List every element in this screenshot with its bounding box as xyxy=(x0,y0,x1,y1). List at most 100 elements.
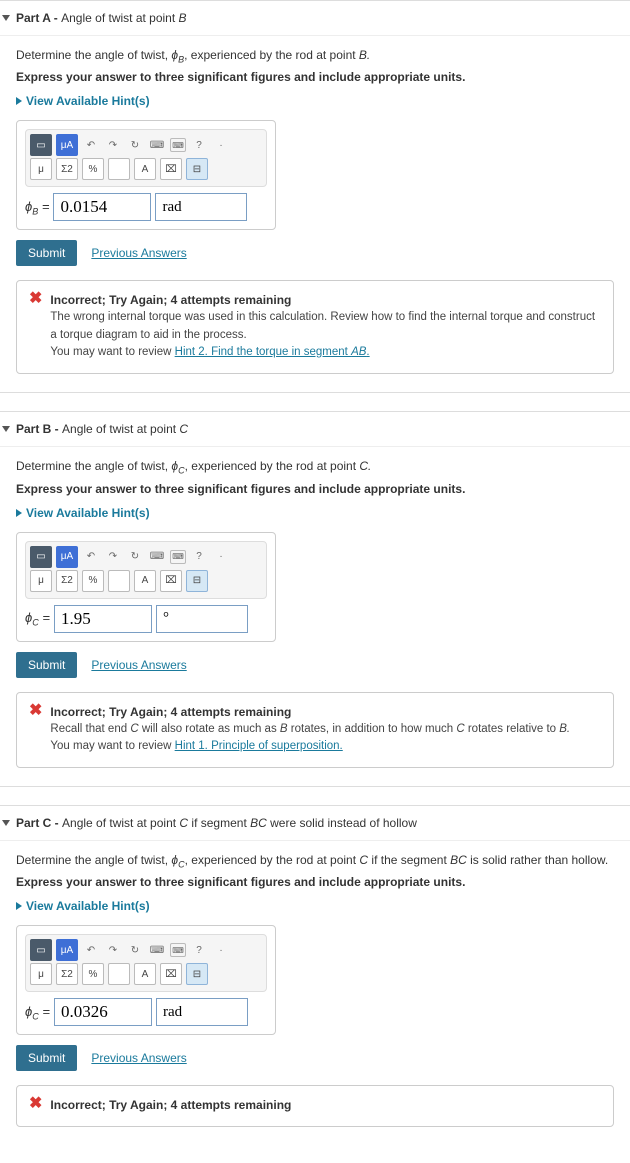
part-a: Part A - Angle of twist at point B Deter… xyxy=(0,0,630,393)
more-button[interactable]: · xyxy=(212,546,230,568)
template-button[interactable]: ▭ xyxy=(30,546,52,568)
part-a-prompt: Determine the angle of twist, ϕB, experi… xyxy=(16,48,614,64)
chevron-right-icon xyxy=(16,97,22,105)
percent-button[interactable]: % xyxy=(82,570,104,592)
undo-button[interactable]: ↶ xyxy=(82,939,100,961)
feedback-text: Recall that end C will also rotate as mu… xyxy=(50,721,570,738)
a-button[interactable]: A xyxy=(134,570,156,592)
submit-button[interactable]: Submit xyxy=(16,1045,77,1071)
submit-button[interactable]: Submit xyxy=(16,652,77,678)
percent-button[interactable]: % xyxy=(82,963,104,985)
fraction-button[interactable]: μA xyxy=(56,546,78,568)
instructions: Express your answer to three significant… xyxy=(16,875,614,889)
feedback-b: ✖ Incorrect; Try Again; 4 attempts remai… xyxy=(16,692,614,769)
kbd2-button[interactable]: ⌨ xyxy=(170,138,186,152)
equation-toolbar: ▭ μA ↶ ↷ ↻ ⌨ ⌨ ? · μ Σ2 % A ⌧ ⊟ xyxy=(25,129,267,187)
box-x-button[interactable]: ⌧ xyxy=(160,158,182,180)
answer-box-c: ▭ μA ↶ ↷ ↻ ⌨ ⌨ ? · μ Σ2 % A ⌧ ⊟ xyxy=(16,925,276,1035)
units-button[interactable]: ⊟ xyxy=(186,570,208,592)
part-a-title: Part A - Angle of twist at point B xyxy=(16,11,187,25)
equation-toolbar: ▭ μA ↶ ↷ ↻ ⌨ ⌨ ? · μ Σ2 % A ⌧ ⊟ xyxy=(25,541,267,599)
more-button[interactable]: · xyxy=(212,939,230,961)
more-button[interactable]: · xyxy=(212,134,230,156)
part-b-header[interactable]: Part B - Angle of twist at point C xyxy=(0,418,630,447)
sigma-button[interactable]: Σ2 xyxy=(56,570,78,592)
previous-answers-link[interactable]: Previous Answers xyxy=(91,658,186,672)
feedback-a: ✖ Incorrect; Try Again; 4 attempts remai… xyxy=(16,280,614,374)
fraction-button[interactable]: μA xyxy=(56,939,78,961)
redo-button[interactable]: ↷ xyxy=(104,546,122,568)
feedback-title: Incorrect; Try Again; 4 attempts remaini… xyxy=(50,703,570,721)
value-input-b[interactable] xyxy=(54,605,152,633)
reset-button[interactable]: ↻ xyxy=(126,546,144,568)
feedback-title: Incorrect; Try Again; 4 attempts remaini… xyxy=(50,291,601,309)
part-c-header[interactable]: Part C - Angle of twist at point C if se… xyxy=(0,812,630,841)
view-hints-link[interactable]: View Available Hint(s) xyxy=(16,899,614,913)
equation-toolbar: ▭ μA ↶ ↷ ↻ ⌨ ⌨ ? · μ Σ2 % A ⌧ ⊟ xyxy=(25,934,267,992)
redo-button[interactable]: ↷ xyxy=(104,134,122,156)
previous-answers-link[interactable]: Previous Answers xyxy=(91,1051,186,1065)
a-button[interactable]: A xyxy=(134,158,156,180)
hint-link[interactable]: Hint 2. Find the torque in segment AB. xyxy=(175,346,370,358)
feedback-review: You may want to review Hint 1. Principle… xyxy=(50,738,570,755)
variable-label: ϕB = xyxy=(25,199,49,217)
unit-input-c[interactable] xyxy=(156,998,248,1026)
unit-input-b[interactable] xyxy=(156,605,248,633)
chevron-down-icon xyxy=(2,820,10,826)
sigma-button[interactable]: Σ2 xyxy=(56,158,78,180)
hints-label: View Available Hint(s) xyxy=(26,94,150,108)
incorrect-icon: ✖ xyxy=(29,703,42,719)
help-button[interactable]: ? xyxy=(190,939,208,961)
feedback-review: You may want to review Hint 2. Find the … xyxy=(50,344,601,361)
chevron-down-icon xyxy=(2,15,10,21)
help-button[interactable]: ? xyxy=(190,546,208,568)
value-input-a[interactable] xyxy=(53,193,151,221)
reset-button[interactable]: ↻ xyxy=(126,939,144,961)
submit-button[interactable]: Submit xyxy=(16,240,77,266)
undo-button[interactable]: ↶ xyxy=(82,546,100,568)
part-c-prompt: Determine the angle of twist, ϕC, experi… xyxy=(16,853,614,869)
reset-button[interactable]: ↻ xyxy=(126,134,144,156)
template-button[interactable]: ▭ xyxy=(30,134,52,156)
redo-button[interactable]: ↷ xyxy=(104,939,122,961)
mu-button[interactable]: μ xyxy=(30,963,52,985)
units-button[interactable]: ⊟ xyxy=(186,963,208,985)
kbd2-button[interactable]: ⌨ xyxy=(170,943,186,957)
instructions: Express your answer to three significant… xyxy=(16,70,614,84)
feedback-c: ✖ Incorrect; Try Again; 4 attempts remai… xyxy=(16,1085,614,1127)
blank1-button[interactable] xyxy=(108,158,130,180)
blank1-button[interactable] xyxy=(108,570,130,592)
chevron-down-icon xyxy=(2,426,10,432)
answer-box-a: ▭ μA ↶ ↷ ↻ ⌨ ⌨ ? · μ Σ2 % A ⌧ ⊟ xyxy=(16,120,276,230)
template-button[interactable]: ▭ xyxy=(30,939,52,961)
kbd2-button[interactable]: ⌨ xyxy=(170,550,186,564)
box-x-button[interactable]: ⌧ xyxy=(160,963,182,985)
a-button[interactable]: A xyxy=(134,963,156,985)
view-hints-link[interactable]: View Available Hint(s) xyxy=(16,506,614,520)
keyboard-button[interactable]: ⌨ xyxy=(148,134,166,156)
keyboard-button[interactable]: ⌨ xyxy=(148,939,166,961)
percent-button[interactable]: % xyxy=(82,158,104,180)
hint-link[interactable]: Hint 1. Principle of superposition. xyxy=(175,740,343,752)
feedback-title: Incorrect; Try Again; 4 attempts remaini… xyxy=(50,1096,291,1114)
help-button[interactable]: ? xyxy=(190,134,208,156)
feedback-text: The wrong internal torque was used in th… xyxy=(50,309,601,344)
mu-button[interactable]: μ xyxy=(30,570,52,592)
previous-answers-link[interactable]: Previous Answers xyxy=(91,246,186,260)
value-input-c[interactable] xyxy=(54,998,152,1026)
part-a-header[interactable]: Part A - Angle of twist at point B xyxy=(0,7,630,36)
units-button[interactable]: ⊟ xyxy=(186,158,208,180)
keyboard-button[interactable]: ⌨ xyxy=(148,546,166,568)
mu-button[interactable]: μ xyxy=(30,158,52,180)
variable-label: ϕC = xyxy=(25,1004,50,1022)
box-x-button[interactable]: ⌧ xyxy=(160,570,182,592)
fraction-button[interactable]: μA xyxy=(56,134,78,156)
part-c-title: Part C - Angle of twist at point C if se… xyxy=(16,816,417,830)
view-hints-link[interactable]: View Available Hint(s) xyxy=(16,94,614,108)
instructions: Express your answer to three significant… xyxy=(16,482,614,496)
blank1-button[interactable] xyxy=(108,963,130,985)
unit-input-a[interactable] xyxy=(155,193,247,221)
sigma-button[interactable]: Σ2 xyxy=(56,963,78,985)
undo-button[interactable]: ↶ xyxy=(82,134,100,156)
part-b: Part B - Angle of twist at point C Deter… xyxy=(0,411,630,787)
